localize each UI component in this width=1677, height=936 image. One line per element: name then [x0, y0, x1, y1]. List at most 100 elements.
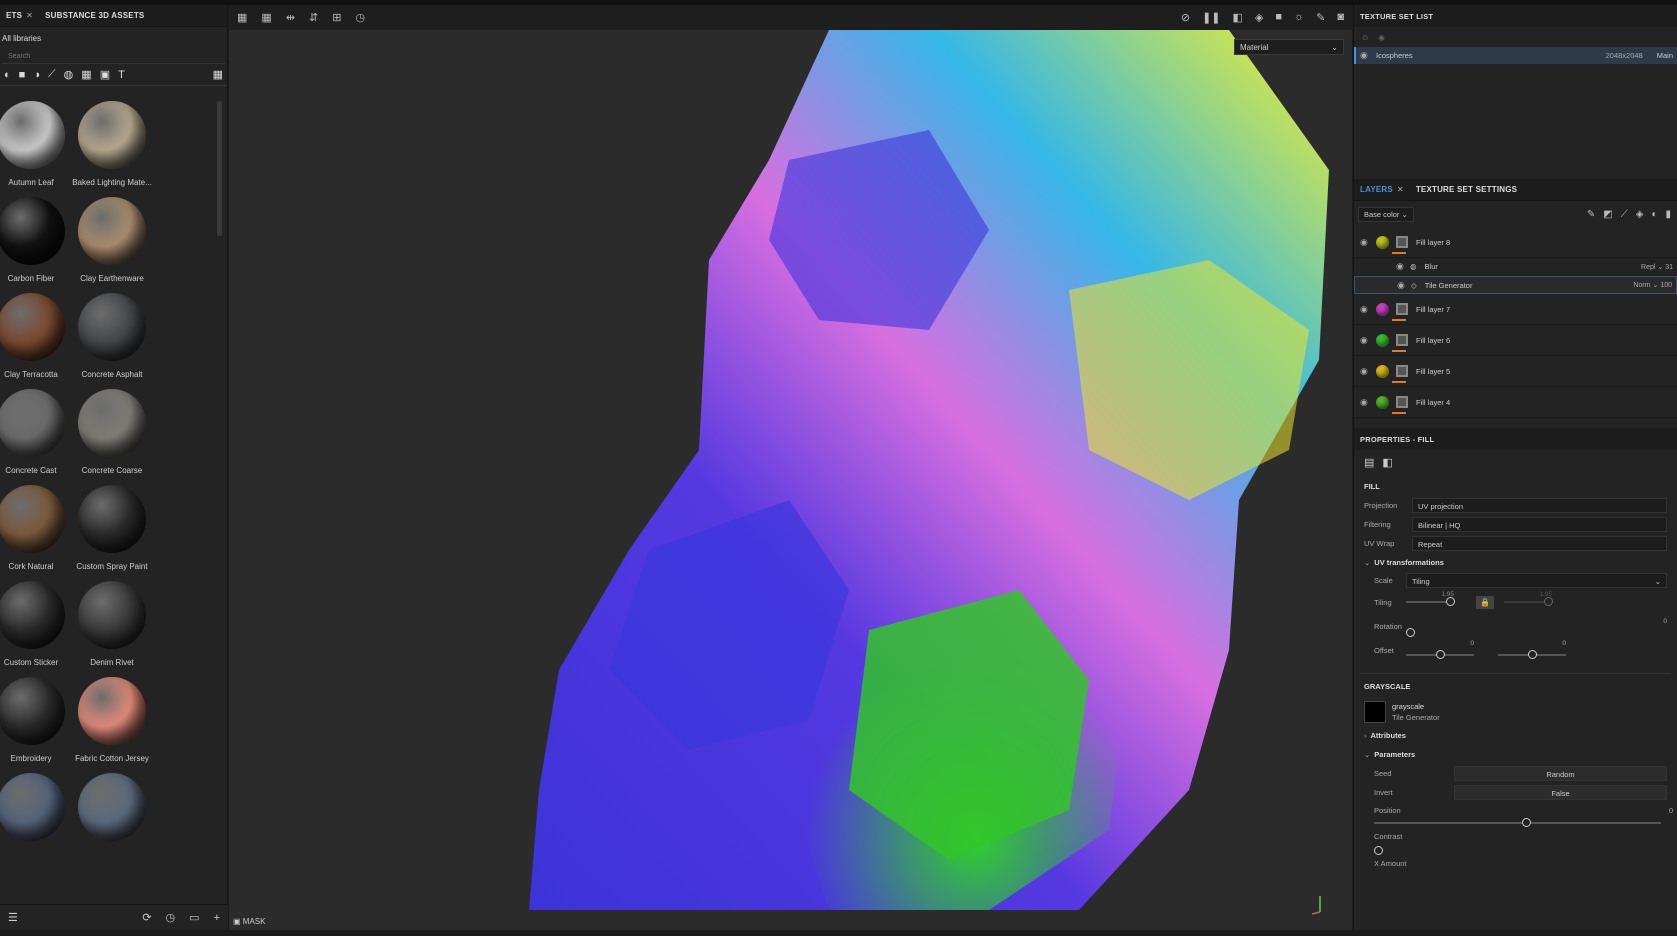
cube-icon[interactable]: ◈ — [1255, 11, 1263, 24]
camera-icon[interactable]: ■ — [1275, 11, 1282, 24]
offset-slider-2[interactable]: 0 — [1498, 640, 1566, 659]
asset-tile[interactable]: Concrete Coarse — [67, 389, 157, 489]
asset-tile[interactable]: Carbon Fiber — [0, 197, 76, 297]
tab-substance-assets[interactable]: SUBSTANCE 3D ASSETS — [39, 11, 150, 20]
3d-viewport[interactable]: ▦ ▦ ⇹ ⇵ ⊞ ◷ ⊘ ❚❚ ◧ ◈ ■ ☼ ✎ ◙ Material ⌄ … — [229, 5, 1352, 930]
grid-view-icon[interactable]: ▦ — [213, 68, 223, 81]
effect-row[interactable]: ◉ ◇ Tile Generator Norm ⌄ 100 — [1354, 276, 1677, 294]
mask-toggle[interactable]: ▣ MASK — [233, 917, 265, 926]
asset-tile[interactable]: Clay Terracotta — [0, 293, 76, 393]
library-selector[interactable]: All libraries — [0, 27, 227, 50]
fill-layer-icon[interactable]: ◈ — [1636, 209, 1644, 220]
grid-icon[interactable]: ▦ — [237, 11, 247, 24]
paint-icon[interactable]: ✎ — [1316, 11, 1325, 24]
delete-icon[interactable]: ▮ — [1665, 209, 1671, 220]
asset-tile[interactable]: Cork Natural — [0, 485, 76, 585]
layer-row[interactable]: ◉ Fill layer 5 — [1354, 356, 1677, 387]
seed-button[interactable]: Random — [1454, 766, 1667, 781]
history-icon[interactable]: ◷ — [166, 911, 176, 924]
asset-tile[interactable]: Denim Rivet — [67, 581, 157, 681]
add-effect-icon[interactable]: ✎ — [1587, 209, 1595, 220]
parameters-header[interactable]: ⌄ Parameters — [1354, 744, 1677, 764]
eye-icon[interactable]: ◉ — [1360, 366, 1370, 377]
filtering-select[interactable]: Bilinear | HQ — [1412, 517, 1667, 532]
mask-thumbnail[interactable] — [1396, 365, 1408, 377]
add-mask-icon[interactable]: ◩ — [1603, 209, 1612, 220]
eye-icon[interactable]: ◉ — [1397, 280, 1407, 291]
grid-filter-icon[interactable]: ▦ — [81, 68, 91, 81]
visibility-icon[interactable]: ◉ — [1378, 33, 1385, 42]
asset-tile[interactable] — [67, 773, 157, 873]
attributes-header[interactable]: › Attributes — [1354, 726, 1677, 744]
tab-layers[interactable]: LAYERS ✕ — [1354, 185, 1410, 194]
asset-tile[interactable]: Baked Lighting Mate... — [67, 101, 157, 201]
grid-dense-icon[interactable]: ▦ — [261, 11, 271, 24]
layer-row[interactable]: ◉ Fill layer 6 — [1354, 325, 1677, 356]
asset-tile[interactable]: Fabric Cotton Jersey — [67, 677, 157, 777]
eye-icon[interactable]: ◉ — [1396, 261, 1406, 272]
text-icon[interactable]: T — [118, 69, 125, 81]
list-icon[interactable]: ☰ — [8, 911, 18, 924]
smart-material-icon[interactable]: ■ — [19, 69, 26, 81]
asset-tile[interactable]: Concrete Cast — [0, 389, 76, 489]
material-filter-icon[interactable]: ◐ — [4, 69, 11, 81]
mask-thumbnail[interactable] — [1396, 303, 1408, 315]
view-mode-icon[interactable]: ◧ — [1233, 11, 1243, 24]
tiling-slider-2[interactable]: 1.95 — [1503, 591, 1553, 606]
channel-select[interactable]: Base color ⌄ — [1358, 206, 1414, 222]
mask-thumbnail[interactable] — [1396, 236, 1408, 248]
invert-toggle[interactable]: False — [1454, 785, 1667, 800]
folder-icon[interactable]: ▭ — [189, 911, 199, 924]
asset-tile[interactable]: Clay Earthenware — [67, 197, 157, 297]
effect-row[interactable]: ◉ ◍ Blur Repl ⌄ 31 — [1354, 258, 1677, 276]
paint-layer-icon[interactable]: ⟋ — [1621, 209, 1628, 220]
eye-icon[interactable]: ◉ — [1360, 335, 1370, 346]
position-slider[interactable] — [1374, 818, 1661, 827]
asset-tile[interactable]: Autumn Leaf — [0, 101, 76, 201]
uvwrap-select[interactable]: Repeat — [1412, 536, 1667, 551]
mask-thumbnail[interactable] — [1396, 396, 1408, 408]
material-props-icon[interactable]: ▤ — [1364, 456, 1374, 469]
tab-assets[interactable]: ETS ✕ — [0, 11, 39, 20]
symmetry-icon[interactable]: ⇹ — [286, 11, 295, 24]
material-mode-select[interactable]: Material ⌄ — [1234, 39, 1344, 55]
light-icon[interactable]: ☼ — [1294, 11, 1304, 24]
mask-props-icon[interactable]: ◧ — [1382, 456, 1392, 469]
frame-icon[interactable]: ⊞ — [332, 11, 341, 24]
eye-icon[interactable]: ◉ — [1360, 50, 1370, 61]
layer-row[interactable]: ◉ Fill layer 8 — [1354, 227, 1677, 258]
asset-tile[interactable]: Embroidery — [0, 677, 76, 777]
uv-transform-header[interactable]: ⌄ UV transformations — [1354, 553, 1677, 571]
close-icon[interactable]: ✕ — [26, 11, 33, 20]
pattern-icon[interactable]: ◍ — [64, 68, 74, 81]
asset-tile[interactable]: Custom Spray Paint — [67, 485, 157, 585]
eye-icon[interactable]: ◉ — [1360, 397, 1370, 408]
close-icon[interactable]: ✕ — [1397, 185, 1404, 194]
texture-set-row[interactable]: ◉ Icospheres 2048x2048 Main — [1354, 47, 1677, 64]
lock-icon[interactable]: 🔒 — [1476, 595, 1494, 609]
scale-select[interactable]: Tiling ⌄ — [1406, 573, 1667, 588]
screenshot-icon[interactable]: ◙ — [1337, 11, 1344, 24]
refresh-icon[interactable]: ⟳ — [142, 911, 151, 924]
reset-icon[interactable]: ◷ — [355, 11, 365, 24]
eye-icon[interactable]: ◉ — [1360, 304, 1370, 315]
pause-icon[interactable]: ❚❚ — [1202, 11, 1220, 24]
tiling-slider[interactable]: 1.95 — [1406, 591, 1455, 606]
group-icon[interactable]: ◐ — [1651, 209, 1657, 220]
hide-icon[interactable]: ⊘ — [1181, 11, 1190, 24]
asset-tile[interactable] — [0, 773, 76, 873]
layer-row[interactable]: ◉ Fill layer 4 — [1354, 387, 1677, 418]
grayscale-source[interactable]: grayscale Tile Generator — [1354, 698, 1677, 726]
link-icon[interactable]: ⊙ — [1362, 33, 1368, 42]
asset-tile[interactable]: Custom Sticker — [0, 581, 76, 681]
asset-tile[interactable]: Concrete Asphalt — [67, 293, 157, 393]
assets-scrollbar[interactable] — [217, 101, 222, 236]
offset-slider[interactable]: 0 — [1406, 640, 1474, 659]
layer-row[interactable]: ◉ Fill layer 7 — [1354, 294, 1677, 325]
eye-icon[interactable]: ◉ — [1360, 237, 1370, 248]
texture-filter-icon[interactable]: ◑ — [33, 69, 40, 81]
projection-select[interactable]: UV projection — [1412, 498, 1667, 513]
brush-icon[interactable]: ⟋ — [48, 68, 56, 81]
tab-texture-set-settings[interactable]: TEXTURE SET SETTINGS — [1410, 185, 1523, 194]
add-icon[interactable]: + — [214, 912, 220, 924]
